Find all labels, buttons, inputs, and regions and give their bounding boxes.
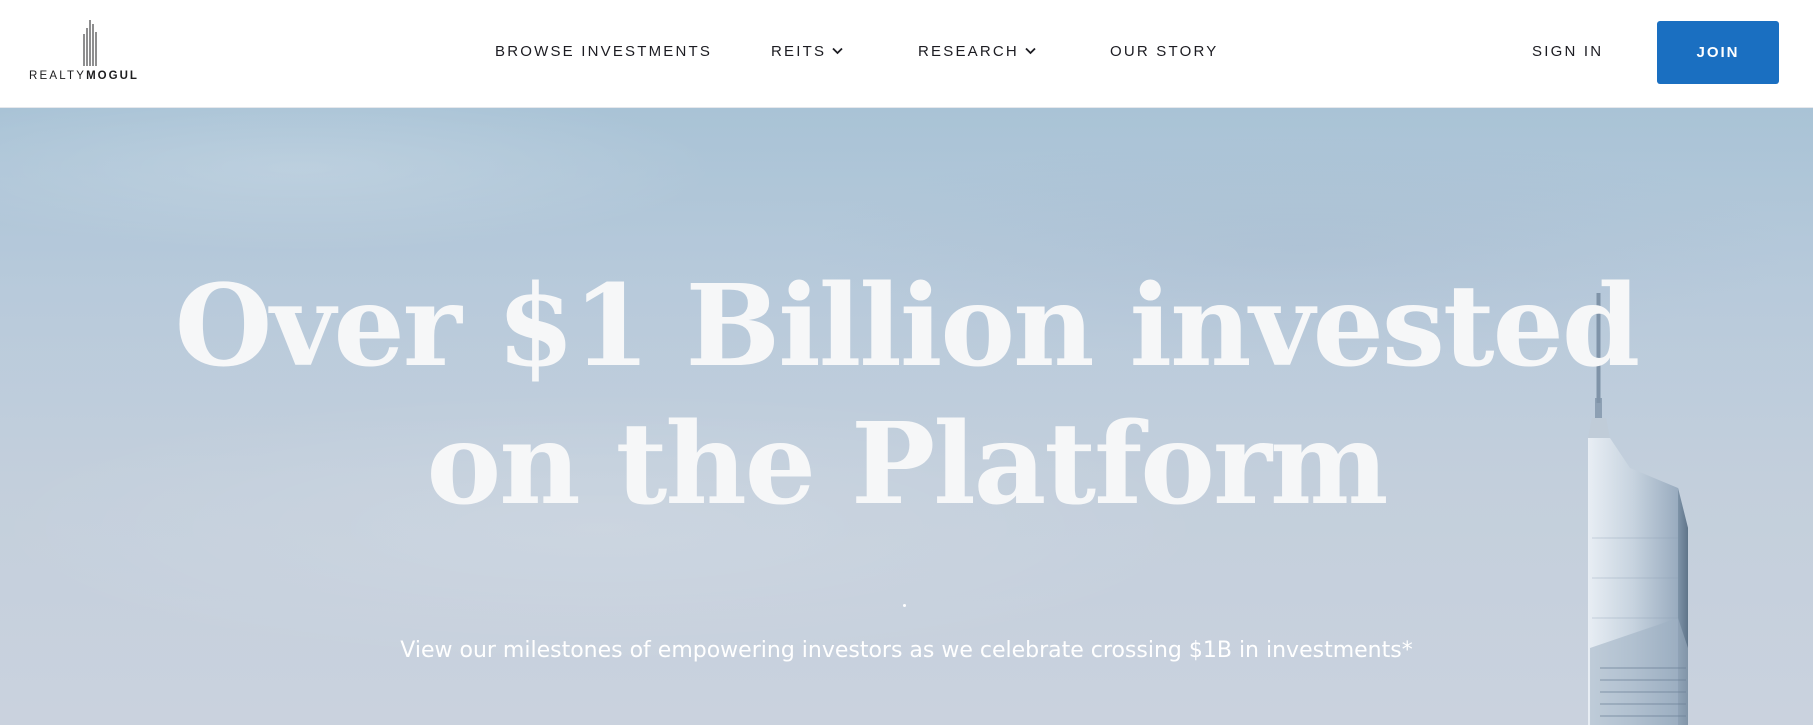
hero-subheading: View our milestones of empowering invest… bbox=[400, 638, 1413, 663]
hero-headline-line2: on the Platform bbox=[426, 399, 1388, 530]
sign-in-link[interactable]: SIGN IN bbox=[1532, 41, 1603, 61]
nav-browse-investments[interactable]: BROWSE INVESTMENTS bbox=[495, 41, 712, 61]
slide-dot bbox=[903, 604, 906, 607]
site-header: REALTYMOGUL BROWSE INVESTMENTS REITS RES… bbox=[0, 0, 1813, 108]
nav-browse-label: BROWSE INVESTMENTS bbox=[495, 42, 713, 60]
nav-research-label: RESEARCH bbox=[918, 42, 1019, 60]
nav-reits-label: REITS bbox=[771, 42, 827, 60]
hero-headline-line1: Over $1 Billion invested bbox=[174, 261, 1640, 392]
hero-banner: Over $1 Billion invested on the Platform… bbox=[0, 108, 1813, 725]
realtymogul-logo[interactable]: REALTYMOGUL bbox=[29, 20, 159, 86]
nav-our-story[interactable]: OUR STORY bbox=[1110, 41, 1218, 61]
nav-research[interactable]: RESEARCH bbox=[918, 41, 1036, 61]
logo-wordmark: REALTYMOGUL bbox=[29, 70, 139, 82]
skyscraper-icon bbox=[83, 20, 97, 66]
sign-in-label: SIGN IN bbox=[1532, 42, 1604, 60]
hero-headline: Over $1 Billion invested on the Platform bbox=[0, 258, 1813, 534]
chevron-down-icon bbox=[1025, 47, 1036, 55]
nav-story-label: OUR STORY bbox=[1110, 42, 1219, 60]
nav-reits[interactable]: REITS bbox=[771, 41, 843, 61]
chevron-down-icon bbox=[832, 47, 843, 55]
join-button[interactable]: JOIN bbox=[1657, 21, 1779, 84]
